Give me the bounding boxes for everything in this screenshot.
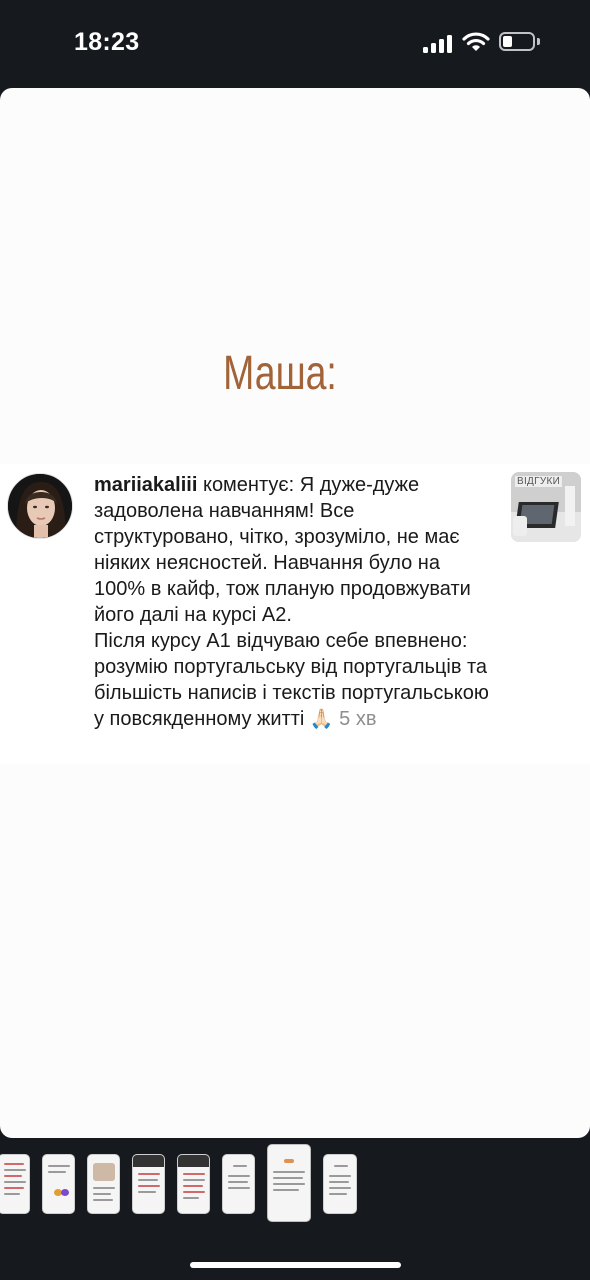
comment-text: mariiakaliii коментує: Я дуже-дуже задов… — [94, 472, 494, 733]
story-thumbnail[interactable] — [42, 1154, 75, 1214]
cellular-signal-icon — [423, 33, 453, 53]
comment-time: 5 хв — [333, 708, 377, 730]
praying-hands-emoji: 🙏🏻 — [309, 709, 334, 730]
story-card[interactable]: Маша: mariiakaliii коментує: Я дуже-дуже… — [0, 88, 590, 1138]
story-thumbnail[interactable] — [177, 1154, 210, 1214]
home-indicator[interactable] — [190, 1262, 401, 1268]
story-thumbnail[interactable] — [132, 1154, 165, 1214]
comment-body: Я дуже-дуже задоволена навчанням! Все ст… — [94, 474, 489, 730]
post-thumbnail[interactable]: ВІДГУКИ — [511, 472, 581, 542]
avatar[interactable] — [7, 473, 73, 539]
story-thumbnail-selected[interactable] — [267, 1144, 311, 1222]
story-thumbnail[interactable] — [0, 1154, 30, 1214]
status-bar: 18:23 — [0, 0, 590, 88]
battery-icon — [499, 32, 543, 54]
status-time: 18:23 — [74, 28, 140, 56]
comment-action: коментує: — [197, 474, 300, 496]
story-title: Маша: — [223, 347, 337, 400]
comment-panel: mariiakaliii коментує: Я дуже-дуже задов… — [0, 464, 590, 764]
story-thumbnail[interactable] — [87, 1154, 120, 1214]
thumbnail-label: ВІДГУКИ — [515, 476, 563, 487]
comment-username[interactable]: mariiakaliii — [94, 474, 197, 496]
story-thumbnail[interactable] — [323, 1154, 357, 1214]
wifi-icon — [462, 31, 490, 53]
story-thumbnail[interactable] — [222, 1154, 255, 1214]
story-thumbnail-strip — [0, 1144, 590, 1228]
